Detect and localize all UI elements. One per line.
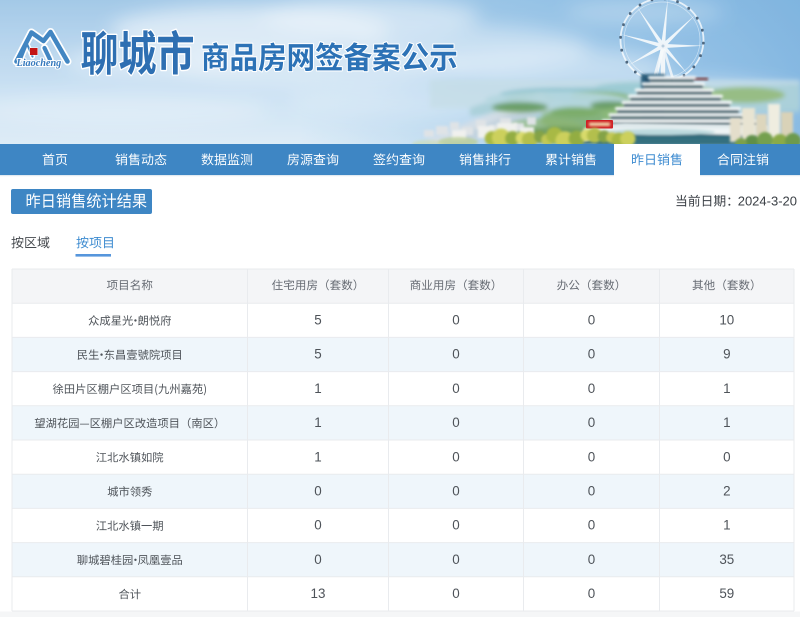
svg-text:0: 0 xyxy=(452,518,459,533)
svg-text:0: 0 xyxy=(588,484,595,499)
svg-text:Liaocheng: Liaocheng xyxy=(16,58,62,69)
svg-text:13: 13 xyxy=(311,586,326,601)
svg-text:0: 0 xyxy=(452,381,459,396)
svg-text:1: 1 xyxy=(314,415,321,430)
svg-text:59: 59 xyxy=(719,586,734,601)
svg-text:0: 0 xyxy=(314,552,321,567)
svg-text:10: 10 xyxy=(719,313,734,328)
svg-text:0: 0 xyxy=(452,484,459,499)
svg-text:2: 2 xyxy=(723,484,730,499)
svg-text:0: 0 xyxy=(588,449,595,464)
svg-text:0: 0 xyxy=(452,347,459,362)
svg-text:0: 0 xyxy=(723,449,730,464)
svg-text:1: 1 xyxy=(723,518,730,533)
svg-text:0: 0 xyxy=(314,484,321,499)
svg-text:0: 0 xyxy=(588,313,595,328)
svg-text:0: 0 xyxy=(588,586,595,601)
svg-text:0: 0 xyxy=(588,347,595,362)
svg-text:1: 1 xyxy=(723,415,730,430)
svg-text:0: 0 xyxy=(452,586,459,601)
svg-text:0: 0 xyxy=(588,518,595,533)
svg-text:1: 1 xyxy=(314,381,321,396)
svg-text:0: 0 xyxy=(452,313,459,328)
svg-text:0: 0 xyxy=(452,552,459,567)
svg-text:2024-3-20: 2024-3-20 xyxy=(738,194,797,209)
svg-text:0: 0 xyxy=(588,415,595,430)
svg-text:9: 9 xyxy=(723,347,730,362)
svg-text:5: 5 xyxy=(314,313,321,328)
svg-text:0: 0 xyxy=(588,381,595,396)
svg-text:0: 0 xyxy=(314,518,321,533)
svg-text:1: 1 xyxy=(314,449,321,464)
svg-text:1: 1 xyxy=(723,381,730,396)
svg-text:0: 0 xyxy=(452,415,459,430)
svg-text:0: 0 xyxy=(452,449,459,464)
svg-text:35: 35 xyxy=(719,552,734,567)
svg-text:0: 0 xyxy=(588,552,595,567)
svg-text:5: 5 xyxy=(314,347,321,362)
